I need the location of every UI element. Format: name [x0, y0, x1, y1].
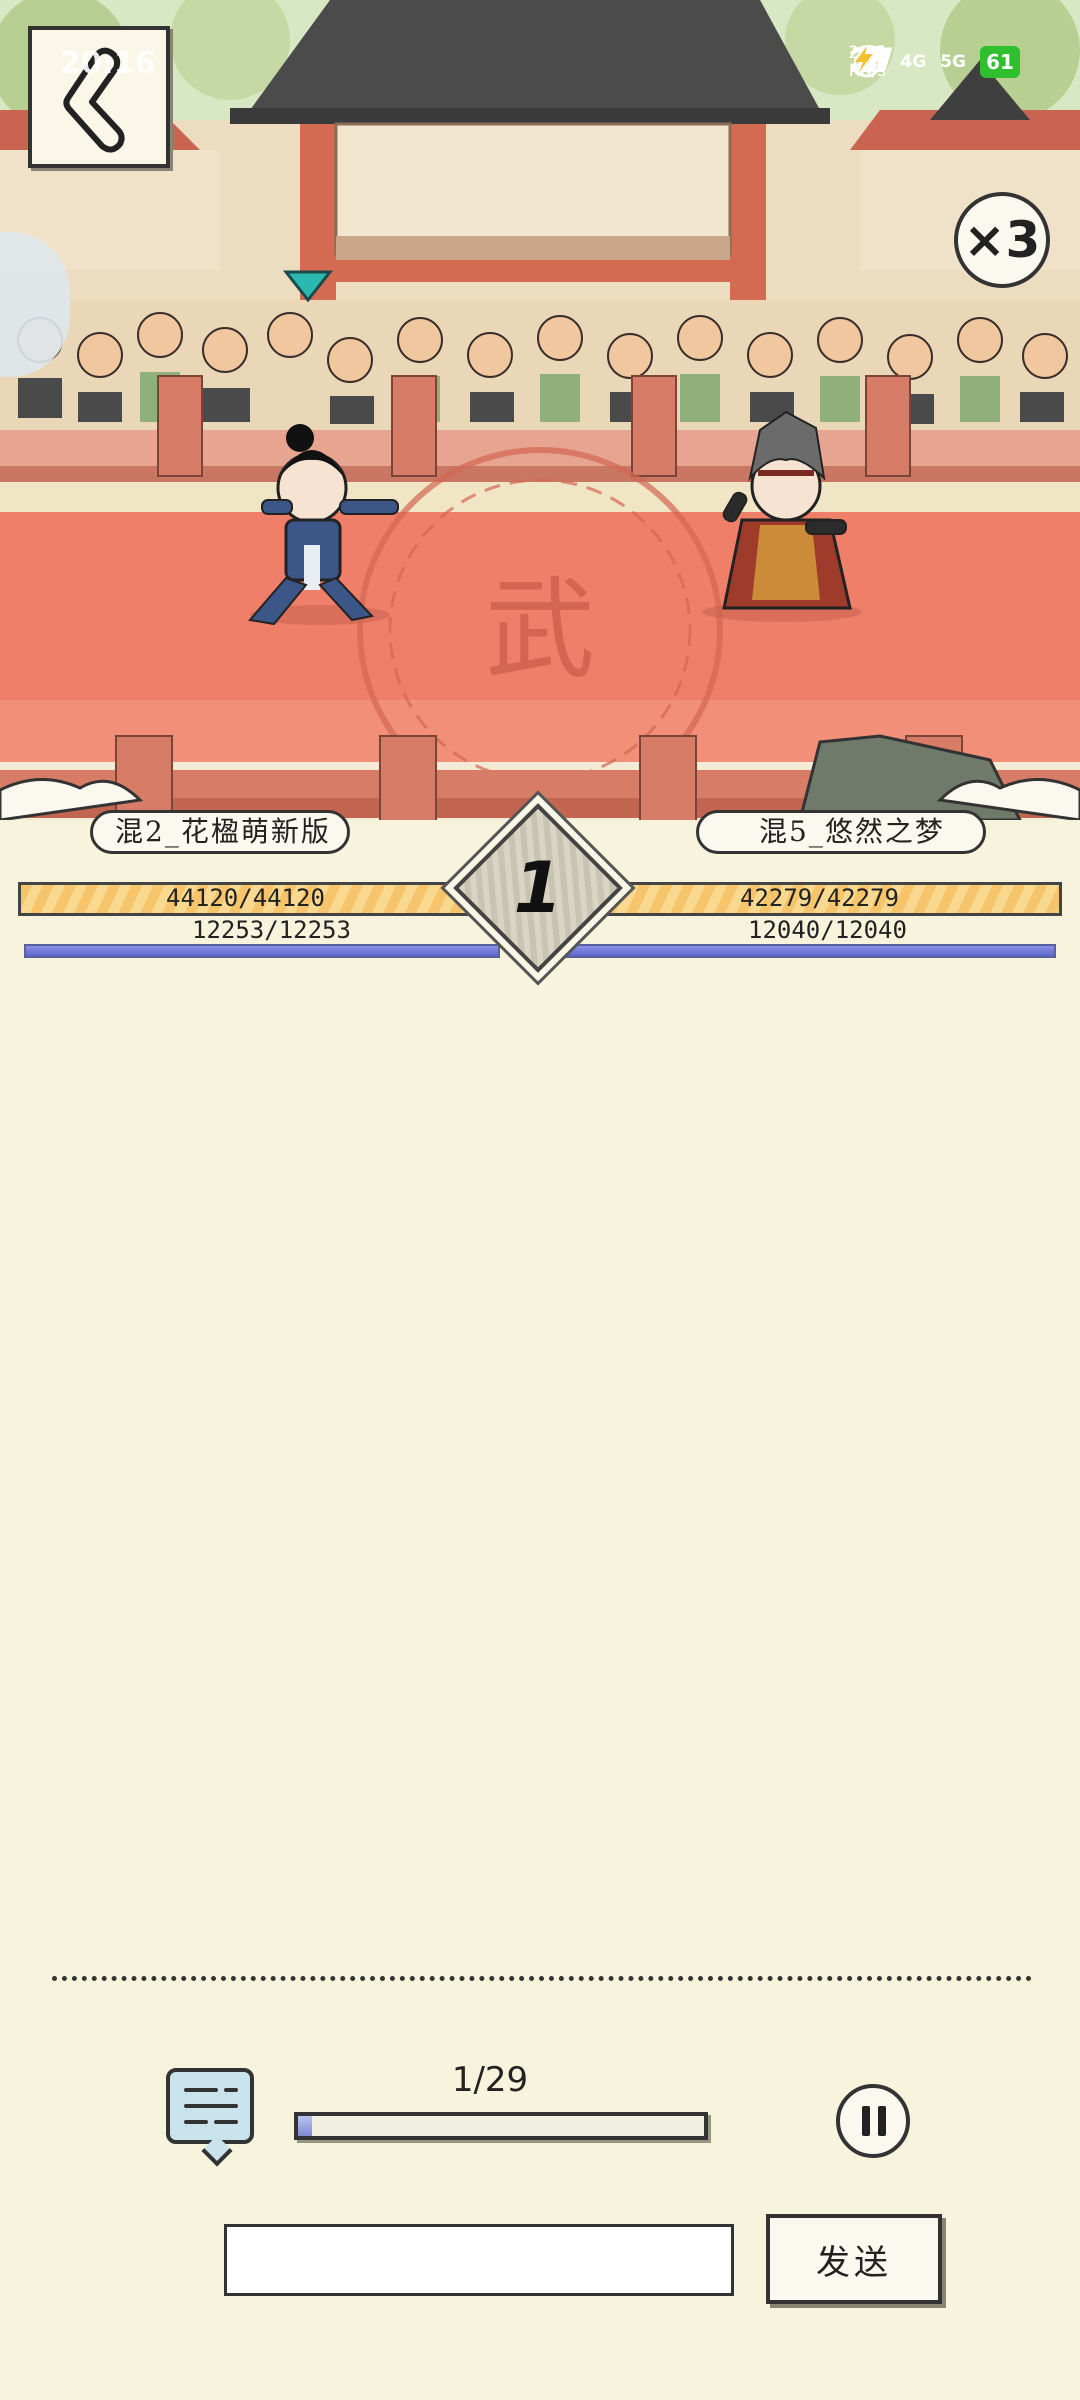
- status-icons: 29.5 KB/s 4G 5G 61: [849, 44, 1020, 80]
- player-right-name: 混5_悠然之梦: [696, 810, 986, 854]
- status-bar: 20:16 29.5 KB/s 4G 5G: [0, 40, 1080, 100]
- charging-icon: [854, 46, 873, 72]
- network-type-2: 5G: [940, 52, 966, 72]
- network-type-1: 4G: [900, 52, 927, 72]
- battle-log: [0, 965, 1080, 1965]
- turn-progress-bar[interactable]: [294, 2112, 708, 2140]
- turn-progress-fill: [298, 2116, 312, 2136]
- pause-icon: [862, 2106, 870, 2136]
- arena-emblem: 武: [485, 566, 595, 694]
- player-left-mp-text: 12253/12253: [192, 916, 351, 944]
- status-time: 20:16: [60, 46, 156, 81]
- speed-multiplier-button[interactable]: ×3: [954, 192, 1050, 288]
- log-divider: [52, 1976, 1032, 1981]
- player-right-mp-bar: [550, 944, 1056, 958]
- chat-bubble-icon: [201, 2135, 233, 2167]
- battery-indicator: 61: [980, 46, 1020, 78]
- chat-log-button[interactable]: [166, 2068, 254, 2167]
- send-button[interactable]: 发送: [766, 2214, 942, 2304]
- player-left-mp-bar: [24, 944, 500, 958]
- player-right-hp-text: 42279/42279: [740, 884, 899, 912]
- player-left-hp-text: 44120/44120: [166, 884, 325, 912]
- message-input[interactable]: [224, 2224, 734, 2296]
- player-left-name: 混2_花楹萌新版: [90, 810, 350, 854]
- player-right-mp-text: 12040/12040: [748, 916, 907, 944]
- arena-scene: 武 ×3 20:16 29.5 4G 5G 61: [0, 0, 1080, 820]
- speed-multiplier-label: ×3: [963, 211, 1041, 269]
- turn-progress-label: 1/29: [451, 2060, 529, 2100]
- round-number: 1: [513, 847, 563, 929]
- game-screen: 武 ×3 20:16 29.5 4G 5G 61 混2_花楹萌新版 混5_悠然之…: [0, 0, 1080, 2400]
- pause-button[interactable]: [836, 2084, 910, 2158]
